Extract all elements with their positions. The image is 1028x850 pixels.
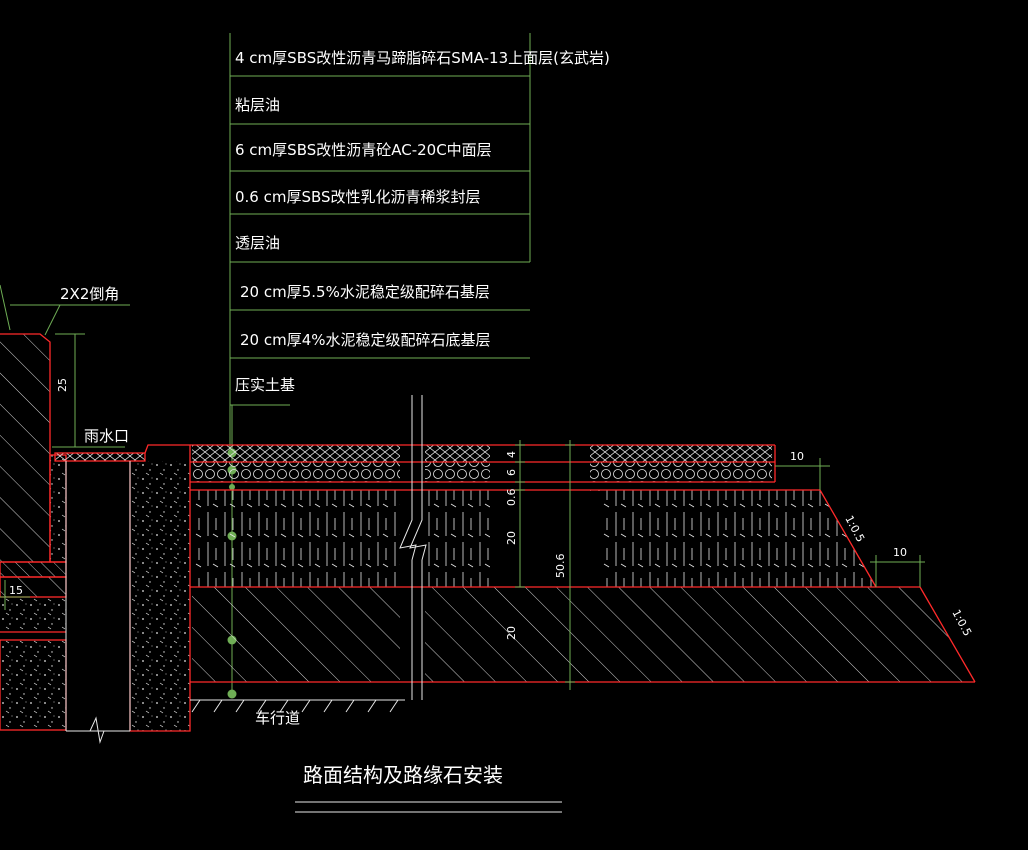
chamfer-label: 2X2倒角 — [60, 285, 119, 303]
dim-20a-label: 20 — [505, 531, 518, 545]
layer-label-6: 20 cm厚5.5%水泥稳定级配碎石基层 — [240, 283, 490, 301]
curb-assembly — [0, 333, 191, 744]
dim-10b-label: 10 — [893, 546, 907, 559]
layer-label-8: 压实土基 — [235, 376, 295, 394]
pavement-structure-drawing: 4 cm厚SBS改性沥青马蹄脂碎石SMA-13上面层(玄武岩) 粘层油 6 cm… — [0, 33, 976, 813]
dim-20b-label: 20 — [505, 626, 518, 640]
layer-label-4: 0.6 cm厚SBS改性乳化沥青稀浆封层 — [235, 188, 481, 206]
layer-label-5: 透层油 — [235, 234, 280, 252]
layer-label-3: 6 cm厚SBS改性沥青砼AC-20C中面层 — [235, 141, 492, 159]
layer-label-7: 20 cm厚4%水泥稳定级配碎石底基层 — [240, 331, 491, 349]
drawing-title: 路面结构及路缘石安装 — [303, 763, 503, 787]
lane-label: 车行道 — [255, 709, 300, 727]
dimension-15-label: 15 — [9, 584, 23, 597]
dim-4-label: 4 — [505, 451, 518, 458]
pavement-layers — [190, 444, 976, 685]
dim-06-label: 0.6 — [505, 489, 518, 507]
dim-10a-label: 10 — [790, 450, 804, 463]
dimension-25-label: 25 — [56, 378, 69, 392]
layer-label-2: 粘层油 — [235, 96, 280, 114]
dim-6-label: 6 — [505, 469, 518, 476]
inlet-label: 雨水口 — [84, 427, 129, 445]
title-underline — [295, 801, 562, 813]
dim-506-label: 50.6 — [554, 554, 567, 579]
slope-2-label: 1:0.5 — [949, 607, 974, 638]
layer-label-1: 4 cm厚SBS改性沥青马蹄脂碎石SMA-13上面层(玄武岩) — [235, 49, 610, 67]
